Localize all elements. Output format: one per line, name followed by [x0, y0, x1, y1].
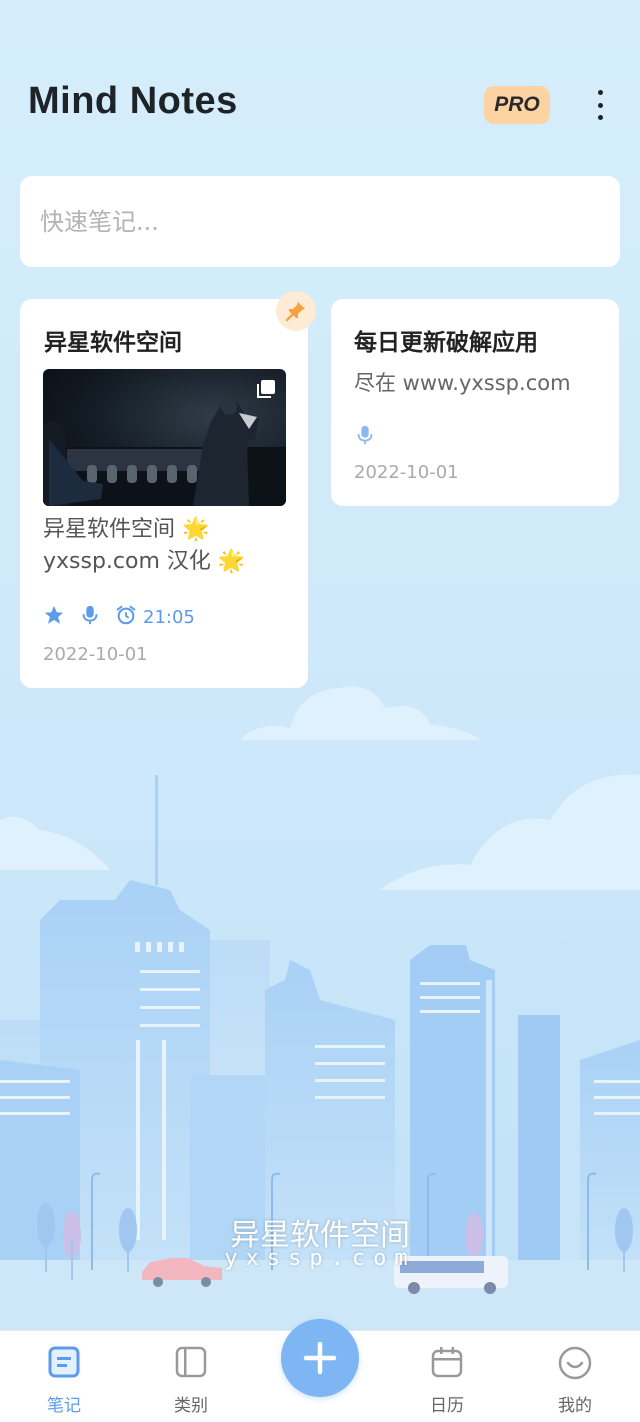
note-title: 每日更新破解应用: [354, 330, 538, 356]
plus-icon: [303, 1341, 337, 1375]
note-card[interactable]: 异星软件空间 异星软件空间 🌟 yxssp.com 汉化 🌟 21:05 202…: [20, 291, 316, 688]
nav-item-categories[interactable]: 类别: [141, 1331, 241, 1422]
star-icon: [43, 604, 65, 630]
nav-item-notes[interactable]: 笔记: [14, 1331, 114, 1422]
calendar-icon: [430, 1345, 464, 1381]
more-dot-icon: [597, 115, 603, 120]
note-image: [43, 369, 286, 506]
nav-label: 类别: [174, 1396, 208, 1416]
nav-label: 日历: [430, 1396, 464, 1416]
nav-label: 笔记: [47, 1396, 81, 1416]
alarm-icon: [115, 604, 137, 630]
pin-icon: [276, 291, 316, 331]
more-dot-icon: [597, 102, 603, 108]
watermark-url: yxssp.com: [224, 1246, 416, 1271]
reminder-time: 21:05: [143, 606, 195, 628]
note-body-line: 异星软件空间 🌟: [43, 517, 210, 542]
microphone-icon: [79, 604, 101, 630]
note-meta: 21:05: [43, 604, 195, 630]
note-body: 异星软件空间 🌟 yxssp.com 汉化 🌟: [43, 514, 293, 578]
note-date: 2022-10-01: [354, 462, 459, 483]
smile-icon: [557, 1345, 593, 1381]
note-icon: [47, 1345, 81, 1381]
add-note-button[interactable]: [281, 1319, 359, 1397]
note-meta: [354, 424, 376, 450]
note-body: 尽在 www.yxssp.com: [354, 371, 571, 395]
app-title: Mind Notes: [28, 80, 238, 122]
microphone-icon: [354, 424, 376, 450]
note-card[interactable]: 每日更新破解应用 尽在 www.yxssp.com 2022-10-01: [331, 299, 619, 506]
gallery-icon: [256, 379, 276, 403]
more-options-button[interactable]: [588, 88, 612, 122]
note-body-line: yxssp.com 汉化 🌟: [43, 549, 246, 574]
note-title: 异星软件空间: [44, 330, 182, 356]
more-dot-icon: [597, 90, 603, 95]
nav-item-mine[interactable]: 我的: [525, 1331, 625, 1422]
nav-label: 我的: [558, 1396, 592, 1416]
quick-note-input[interactable]: [20, 176, 620, 267]
nav-item-calendar[interactable]: 日历: [397, 1331, 497, 1422]
category-icon: [174, 1345, 208, 1381]
pro-badge[interactable]: PRO: [484, 86, 550, 124]
